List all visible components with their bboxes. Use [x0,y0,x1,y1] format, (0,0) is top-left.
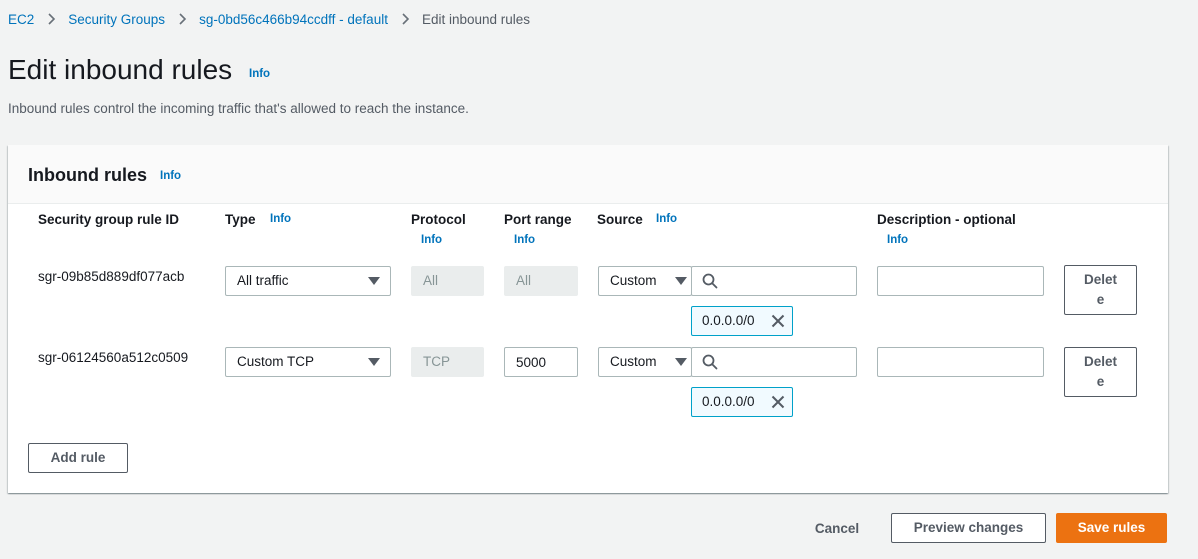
inbound-rules-panel: Inbound rules Info Security group rule I… [8,145,1168,493]
page-info-link[interactable]: Info [249,68,270,80]
description-input[interactable] [877,347,1044,377]
close-icon[interactable] [770,313,786,329]
breadcrumb-security-group[interactable]: sg-0bd56c466b94ccdff - default [199,12,388,27]
caret-down-icon [368,276,380,286]
col-header-protocol: Protocol [411,212,466,227]
source-token: 0.0.0.0/0 [691,306,793,336]
delete-rule-button[interactable]: Delete [1064,347,1137,397]
source-info-link[interactable]: Info [656,213,677,225]
search-icon [702,354,718,370]
source-token-label: 0.0.0.0/0 [702,394,755,409]
page-title: Edit inbound rules [8,54,233,85]
source-token: 0.0.0.0/0 [691,387,793,417]
col-header-type: Type [225,212,256,227]
breadcrumb: EC2 Security Groups sg-0bd56c466b94ccdff… [8,11,530,27]
description-input[interactable] [877,266,1044,296]
chevron-right-icon [397,11,413,27]
col-header-description: Description - optional [877,212,1016,227]
type-select-value: Custom TCP [237,354,315,369]
breadcrumb-ec2[interactable]: EC2 [8,12,34,27]
protocol-field: All [411,266,484,296]
source-type-value: Custom [610,354,657,369]
chevron-right-icon [174,11,190,27]
cancel-button[interactable]: Cancel [798,513,876,543]
type-info-link[interactable]: Info [270,213,291,225]
panel-info-link[interactable]: Info [160,170,181,182]
caret-down-icon [675,357,687,367]
description-info-link[interactable]: Info [887,234,908,246]
type-select[interactable]: Custom TCP [225,347,391,377]
preview-changes-button[interactable]: Preview changes [891,513,1046,543]
delete-rule-button[interactable]: Delete [1064,265,1137,315]
col-header-source: Source [597,212,643,227]
col-header-port-range: Port range [504,212,572,227]
port-range-input[interactable] [504,347,578,377]
source-search-input[interactable] [724,348,854,376]
source-search-field[interactable] [691,347,857,377]
caret-down-icon [675,276,687,286]
rule-id: sgr-06124560a512c0509 [38,350,189,365]
source-token-label: 0.0.0.0/0 [702,313,755,328]
add-rule-button[interactable]: Add rule [28,443,128,473]
type-select[interactable]: All traffic [225,266,391,296]
source-search-field[interactable] [691,266,857,296]
rule-id: sgr-09b85d889df077acb [38,269,185,284]
close-icon[interactable] [770,394,786,410]
save-rules-button[interactable]: Save rules [1056,513,1167,543]
panel-header: Inbound rules Info [8,145,1168,204]
breadcrumb-security-groups[interactable]: Security Groups [68,12,165,27]
col-header-rule-id: Security group rule ID [38,212,180,227]
port-range-info-link[interactable]: Info [514,234,535,246]
panel-title: Inbound rules [28,165,147,185]
source-type-value: Custom [610,273,657,288]
page-description: Inbound rules control the incoming traff… [8,101,469,116]
caret-down-icon [368,357,380,367]
search-icon [702,273,718,289]
chevron-right-icon [43,11,59,27]
breadcrumb-current: Edit inbound rules [421,11,531,27]
source-type-select[interactable]: Custom [598,347,692,377]
type-select-value: All traffic [237,273,289,288]
port-range-field: All [504,266,578,296]
source-search-input[interactable] [724,267,854,295]
source-type-select[interactable]: Custom [598,266,692,296]
protocol-info-link[interactable]: Info [421,234,442,246]
protocol-field: TCP [411,347,484,377]
